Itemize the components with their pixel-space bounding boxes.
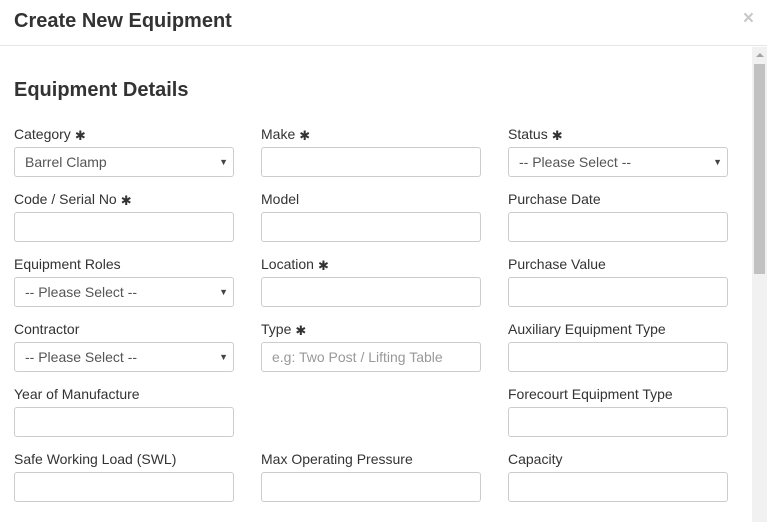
- code-input[interactable]: [14, 212, 234, 242]
- required-icon: ✱: [317, 258, 329, 273]
- model-label: Model: [261, 191, 300, 207]
- aux-type-input[interactable]: [508, 342, 728, 372]
- swl-input[interactable]: [14, 472, 234, 502]
- capacity-field: Capacity: [508, 450, 728, 502]
- scrollbar-thumb[interactable]: [754, 64, 765, 274]
- swl-field: Safe Working Load (SWL): [14, 450, 234, 502]
- capacity-label: Capacity: [508, 451, 563, 467]
- close-icon[interactable]: ×: [743, 9, 754, 28]
- equipment-roles-select[interactable]: -- Please Select -- ▼: [14, 277, 234, 307]
- purchase-value-label: Purchase Value: [508, 256, 606, 272]
- category-field: Category ✱ Barrel Clamp ▼: [14, 125, 234, 177]
- contractor-field: Contractor -- Please Select -- ▼: [14, 320, 234, 372]
- scroll-up-arrow-icon[interactable]: [756, 53, 764, 57]
- model-input[interactable]: [261, 212, 481, 242]
- section-title: Equipment Details: [14, 79, 189, 101]
- vertical-scrollbar[interactable]: [752, 47, 767, 522]
- purchase-date-label: Purchase Date: [508, 191, 601, 207]
- purchase-date-field: Purchase Date: [508, 190, 728, 242]
- equipment-roles-field: Equipment Roles -- Please Select -- ▼: [14, 255, 234, 307]
- required-icon: ✱: [295, 323, 307, 338]
- required-icon: ✱: [551, 128, 563, 143]
- category-select[interactable]: Barrel Clamp ▼: [14, 147, 234, 177]
- chevron-down-icon: ▼: [219, 287, 228, 297]
- max-pressure-input[interactable]: [261, 472, 481, 502]
- purchase-date-input[interactable]: [508, 212, 728, 242]
- chevron-down-icon: ▼: [219, 352, 228, 362]
- model-field: Model: [261, 190, 481, 242]
- chevron-down-icon: ▼: [713, 157, 722, 167]
- modal-title: Create New Equipment: [14, 10, 232, 32]
- year-field: Year of Manufacture: [14, 385, 234, 437]
- capacity-input[interactable]: [508, 472, 728, 502]
- location-input[interactable]: [261, 277, 481, 307]
- modal-header: Create New Equipment ×: [0, 0, 767, 46]
- year-label: Year of Manufacture: [14, 386, 140, 402]
- purchase-value-input[interactable]: [508, 277, 728, 307]
- make-field: Make ✱: [261, 125, 481, 177]
- required-icon: ✱: [120, 193, 132, 208]
- make-input[interactable]: [261, 147, 481, 177]
- chevron-down-icon: ▼: [219, 157, 228, 167]
- code-label: Code / Serial No ✱: [14, 191, 132, 208]
- location-field: Location ✱: [261, 255, 481, 307]
- code-field: Code / Serial No ✱: [14, 190, 234, 242]
- status-label: Status ✱: [508, 126, 563, 143]
- forecourt-type-label: Forecourt Equipment Type: [508, 386, 673, 402]
- modal-body: Equipment Details Category ✱ Barrel Clamp…: [0, 47, 752, 522]
- location-label: Location ✱: [261, 256, 329, 273]
- aux-type-label: Auxiliary Equipment Type: [508, 321, 666, 337]
- aux-type-field: Auxiliary Equipment Type: [508, 320, 728, 372]
- type-input[interactable]: [261, 342, 481, 372]
- max-pressure-label: Max Operating Pressure: [261, 451, 413, 467]
- make-label: Make ✱: [261, 126, 311, 143]
- status-select[interactable]: -- Please Select -- ▼: [508, 147, 728, 177]
- type-field: Type ✱: [261, 320, 481, 372]
- contractor-label: Contractor: [14, 321, 80, 337]
- year-input[interactable]: [14, 407, 234, 437]
- contractor-select[interactable]: -- Please Select -- ▼: [14, 342, 234, 372]
- forecourt-type-input[interactable]: [508, 407, 728, 437]
- status-field: Status ✱ -- Please Select -- ▼: [508, 125, 728, 177]
- max-pressure-field: Max Operating Pressure: [261, 450, 481, 502]
- category-label: Category ✱: [14, 126, 86, 143]
- forecourt-type-field: Forecourt Equipment Type: [508, 385, 728, 437]
- required-icon: ✱: [299, 128, 311, 143]
- swl-label: Safe Working Load (SWL): [14, 451, 177, 467]
- required-icon: ✱: [74, 128, 86, 143]
- type-label: Type ✱: [261, 321, 307, 338]
- equipment-roles-label: Equipment Roles: [14, 256, 121, 272]
- purchase-value-field: Purchase Value: [508, 255, 728, 307]
